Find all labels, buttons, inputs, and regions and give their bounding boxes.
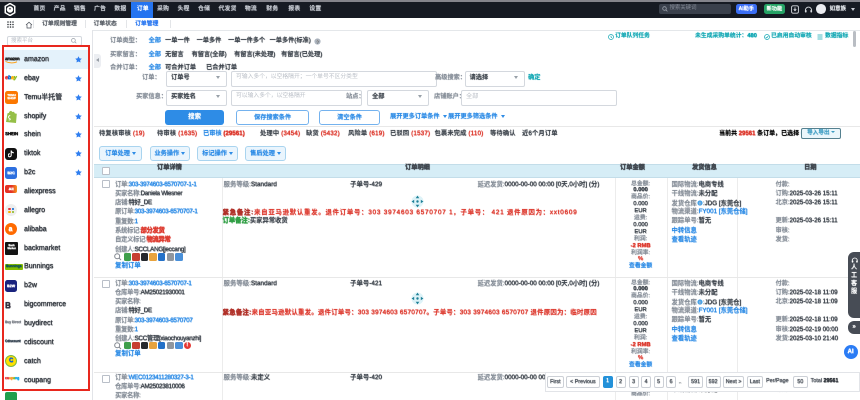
svg-text:i: i: [699, 299, 700, 304]
svg-text:i: i: [699, 200, 700, 205]
